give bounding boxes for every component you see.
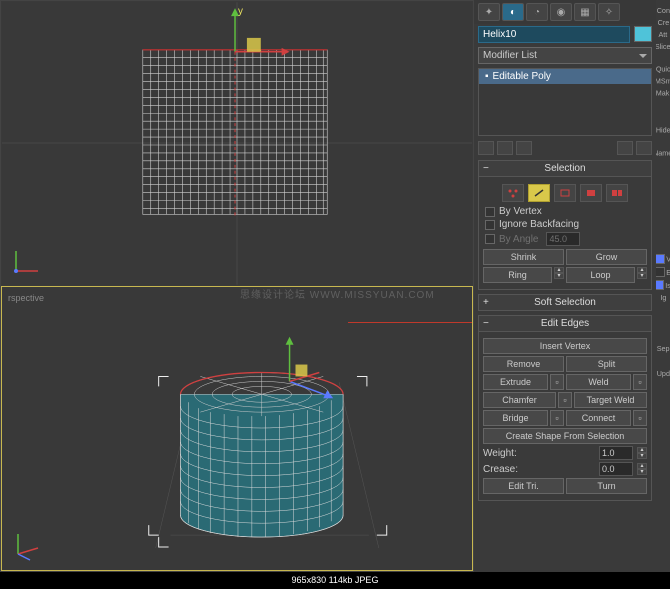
modifier-list-label: Modifier List [483,50,537,61]
remove-button[interactable]: Remove [483,356,564,372]
by-angle-input[interactable] [546,232,580,246]
chevron-down-icon [639,54,647,58]
remove-modifier-icon[interactable] [617,141,633,155]
tab-modify-icon[interactable]: ◐ [502,3,524,21]
footer-imageinfo: 965x830 114kb JPEG [0,572,670,589]
insert-vertex-button[interactable]: Insert Vertex [483,338,647,354]
loop-down-icon[interactable]: ▾ [637,273,647,279]
extrude-settings-button[interactable]: ▫ [550,374,564,390]
make-unique-icon[interactable] [516,141,532,155]
by-vertex-checkbox[interactable] [485,207,495,217]
annotation-arrow [348,322,473,323]
pin-stack-icon[interactable] [478,141,494,155]
rollout-edit-edges-header[interactable]: −Edit Edges [478,315,652,332]
side-check-e[interactable] [656,267,665,277]
crease-down-icon[interactable]: ▾ [637,469,647,475]
tab-hierarchy-icon[interactable]: ◔ [526,3,548,21]
stack-item-label: Editable Poly [493,71,551,82]
tab-utilities-icon[interactable]: ✧ [598,3,620,21]
viewport-perspective[interactable]: rspective [1,286,473,571]
shrink-button[interactable]: Shrink [483,249,564,265]
show-end-result-icon[interactable] [497,141,513,155]
chamfer-button[interactable]: Chamfer [483,392,556,408]
weld-settings-button[interactable]: ▫ [633,374,647,390]
configure-sets-icon[interactable] [636,141,652,155]
viewport-label-bottom: rspective [8,293,44,303]
crease-input[interactable] [599,462,633,476]
bridge-settings-button[interactable]: ▫ [550,410,564,426]
connect-button[interactable]: Connect [566,410,631,426]
edit-tri-button[interactable]: Edit Tri. [483,478,564,494]
object-name-input[interactable] [478,26,630,43]
viewport-front[interactable]: y [1,1,473,286]
expand-icon: ▪ [485,71,489,82]
weight-down-icon[interactable]: ▾ [637,453,647,459]
axis-gizmo-bottom [10,526,46,562]
ring-down-icon[interactable]: ▾ [554,273,564,279]
subobj-edge-icon[interactable] [528,184,550,202]
extrude-button[interactable]: Extrude [483,374,548,390]
target-weld-button[interactable]: Target Weld [574,392,647,408]
connect-settings-button[interactable]: ▫ [633,410,647,426]
modifier-stack[interactable]: ▪ Editable Poly [478,68,652,136]
tab-create-icon[interactable]: ✦ [478,3,500,21]
svg-text:y: y [238,6,243,17]
object-color-swatch[interactable] [634,26,652,42]
axis-gizmo-top [10,241,46,277]
subobj-element-icon[interactable] [606,184,628,202]
by-angle-checkbox[interactable] [485,234,495,244]
subobj-vertex-icon[interactable] [502,184,524,202]
chamfer-settings-button[interactable]: ▫ [558,392,572,408]
secondary-panel-strip: Con Cre Att Slice Quic MSm Mak Hide Name… [656,0,670,572]
split-button[interactable]: Split [566,356,647,372]
rollout-selection-header[interactable]: −Selection [478,160,652,177]
weld-button[interactable]: Weld [566,374,631,390]
subobj-polygon-icon[interactable] [580,184,602,202]
weight-input[interactable] [599,446,633,460]
modifier-list-dropdown[interactable]: Modifier List [478,47,652,64]
create-shape-button[interactable]: Create Shape From Selection [483,428,647,444]
grow-button[interactable]: Grow [566,249,647,265]
side-check-is[interactable] [656,280,664,290]
side-check-v[interactable] [656,254,665,264]
ring-button[interactable]: Ring [483,267,552,283]
tab-display-icon[interactable]: ▦ [574,3,596,21]
command-panel: ✦ ◐ ◔ ◉ ▦ ✧ Modifier List ▪ Editable Pol… [474,0,656,572]
bridge-button[interactable]: Bridge [483,410,548,426]
tab-motion-icon[interactable]: ◉ [550,3,572,21]
turn-button[interactable]: Turn [566,478,647,494]
stack-item-editable-poly[interactable]: ▪ Editable Poly [479,69,651,84]
subobj-border-icon[interactable] [554,184,576,202]
loop-button[interactable]: Loop [566,267,635,283]
ignore-backfacing-checkbox[interactable] [485,220,495,230]
rollout-soft-selection-header[interactable]: +Soft Selection [478,294,652,311]
